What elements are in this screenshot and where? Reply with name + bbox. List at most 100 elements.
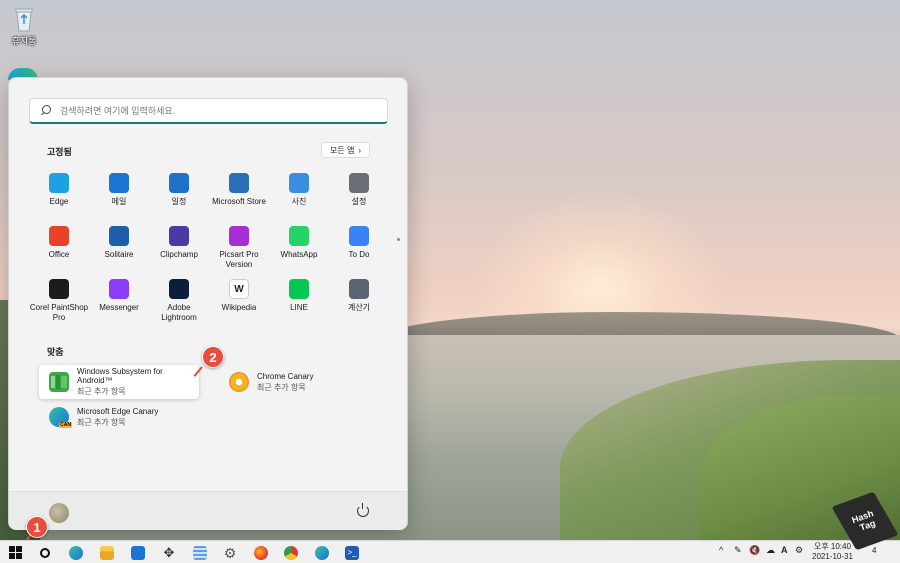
firefox-icon (254, 545, 268, 560)
taskbar-settings[interactable]: ⚙ (221, 544, 239, 561)
pinned-app-whatsapp[interactable]: WhatsApp (269, 226, 329, 279)
folder-icon (100, 545, 114, 560)
settings-icon (349, 173, 369, 193)
taskbar-edge-canary[interactable] (313, 544, 331, 561)
clock-time: 오후 10:40 (813, 542, 851, 551)
mail-icon (109, 173, 129, 193)
windows-logo-icon (9, 545, 23, 560)
all-apps-label: 모든 앱 (330, 145, 355, 155)
chrome-canary-icon (229, 372, 249, 392)
taskbar-file-explorer[interactable] (98, 544, 116, 561)
onedrive-icon[interactable]: ☁ (766, 545, 775, 556)
pinned-app-picsart[interactable]: Picsart Pro Version (209, 226, 269, 279)
pinned-app-label: To Do (348, 250, 370, 259)
pinned-app-label: 설정 (351, 197, 367, 206)
taskbar-clock[interactable]: 오후 10:40 2021-10-31 (812, 542, 853, 562)
settings-gear-icon[interactable]: ⚙ (795, 545, 803, 556)
paintshop-icon (49, 279, 69, 299)
edge-canary-icon: CAN (49, 407, 72, 428)
notification-count[interactable]: 4 (872, 546, 876, 555)
pinned-app-label: LINE (290, 303, 308, 312)
start-button[interactable] (7, 544, 25, 561)
recommended-title: Chrome Canary (257, 371, 314, 381)
pinned-app-solitaire[interactable]: Solitaire (89, 226, 149, 279)
search-button[interactable] (36, 544, 54, 561)
line-icon (289, 279, 309, 299)
pinned-app-label: Adobe Lightroom (161, 303, 197, 322)
pinned-app-store[interactable]: Microsoft Store (209, 173, 269, 226)
pinned-app-label: 일정 (171, 197, 187, 206)
chrome-icon (284, 545, 298, 560)
pinned-app-label: Office (48, 250, 70, 259)
notepad-icon (193, 545, 207, 560)
messenger-icon (109, 279, 129, 299)
pinned-app-label: Clipchamp (160, 250, 198, 259)
pinned-app-photos[interactable]: 사진 (269, 173, 329, 226)
photos-icon (289, 173, 309, 193)
edge-icon (69, 545, 83, 560)
volume-muted-icon[interactable]: 🔇 (749, 545, 760, 556)
recommended-subtitle: 최근 추가 항목 (77, 417, 126, 427)
recommended-item-wsa[interactable]: Windows Subsystem for Android™ 최근 추가 항목 (39, 365, 199, 399)
start-search-box[interactable] (29, 98, 388, 124)
pinned-app-label: Solitaire (104, 250, 134, 259)
picsart-icon (229, 226, 249, 246)
pinned-app-todo[interactable]: To Do (329, 226, 389, 279)
pinned-app-label: 사진 (291, 197, 307, 206)
taskbar-powershell[interactable]: >_ (343, 544, 361, 561)
recommended-title: Windows Subsystem for Android™ (77, 367, 163, 385)
pinned-app-label: Messenger (99, 303, 139, 312)
pinned-app-calculator[interactable]: 계산기 (329, 279, 389, 332)
recycle-bin-label: 휴지통 (11, 36, 37, 46)
pinned-app-messenger[interactable]: Messenger (89, 279, 149, 332)
taskbar-mail[interactable] (129, 544, 147, 561)
recycle-bin-icon (12, 6, 36, 32)
recommended-item-chrome-canary[interactable]: Chrome Canary 최근 추가 항목 (219, 365, 379, 399)
page-indicator[interactable] (397, 238, 400, 248)
pinned-apps-grid: Edge 메일 일정 Microsoft Store 사진 설정 Office Solitai… (29, 173, 389, 332)
pinned-app-office[interactable]: Office (29, 226, 89, 279)
pinned-app-lightroom[interactable]: Adobe Lightroom (149, 279, 209, 332)
pinned-app-edge[interactable]: Edge (29, 173, 89, 226)
recommended-item-edge-canary[interactable]: CAN Microsoft Edge Canary 최근 추가 항목 (39, 400, 199, 434)
whatsapp-icon (289, 226, 309, 246)
pinned-app-label: Wikipedia (221, 303, 257, 312)
taskbar: ✥ ⚙ >_ ^ ✎ 🔇 ☁ A ⚙ 오후 10:40 2021-10-31 4 (0, 540, 900, 563)
start-footer (9, 491, 407, 530)
move-icon: ✥ (163, 544, 175, 560)
user-avatar[interactable] (49, 503, 69, 523)
pinned-app-wikipedia[interactable]: W Wikipedia (209, 279, 269, 332)
taskbar-firefox[interactable] (252, 544, 270, 561)
pinned-app-label: Picsart Pro Version (219, 250, 259, 269)
pinned-app-paintshop[interactable]: Corel PaintShop Pro (29, 279, 89, 332)
pinned-app-label: 계산기 (347, 303, 371, 312)
edge-icon (49, 173, 69, 193)
annotation-badge-2: 2 (202, 346, 224, 368)
pinned-app-label: Microsoft Store (212, 197, 266, 206)
mail-icon (131, 545, 145, 560)
pinned-app-line[interactable]: LINE (269, 279, 329, 332)
pinned-section-title: 고정됨 (47, 147, 72, 157)
pinned-app-calendar[interactable]: 일정 (149, 173, 209, 226)
power-icon[interactable] (357, 503, 369, 517)
chevron-up-icon[interactable]: ^ (719, 545, 723, 555)
pinned-app-clipchamp[interactable]: Clipchamp (149, 226, 209, 279)
todo-icon (349, 226, 369, 246)
pen-icon[interactable]: ✎ (734, 545, 742, 556)
wikipedia-icon: W (229, 279, 249, 299)
taskbar-move-tool[interactable]: ✥ (160, 544, 178, 561)
pinned-app-settings[interactable]: 설정 (329, 173, 389, 226)
powershell-icon: >_ (345, 545, 359, 560)
taskbar-notepad[interactable] (191, 544, 209, 561)
desktop-icon-recycle-bin[interactable]: 휴지통 (8, 6, 40, 47)
taskbar-edge[interactable] (67, 544, 85, 561)
taskbar-chrome[interactable] (282, 544, 300, 561)
store-icon (229, 173, 249, 193)
pinned-app-mail[interactable]: 메일 (89, 173, 149, 226)
clipchamp-icon (169, 226, 189, 246)
all-apps-button[interactable]: 모든 앱 › (321, 142, 370, 158)
search-icon (40, 104, 52, 117)
pinned-app-label: Edge (49, 197, 69, 206)
search-input[interactable] (60, 105, 380, 116)
ime-indicator[interactable]: A (781, 545, 788, 555)
